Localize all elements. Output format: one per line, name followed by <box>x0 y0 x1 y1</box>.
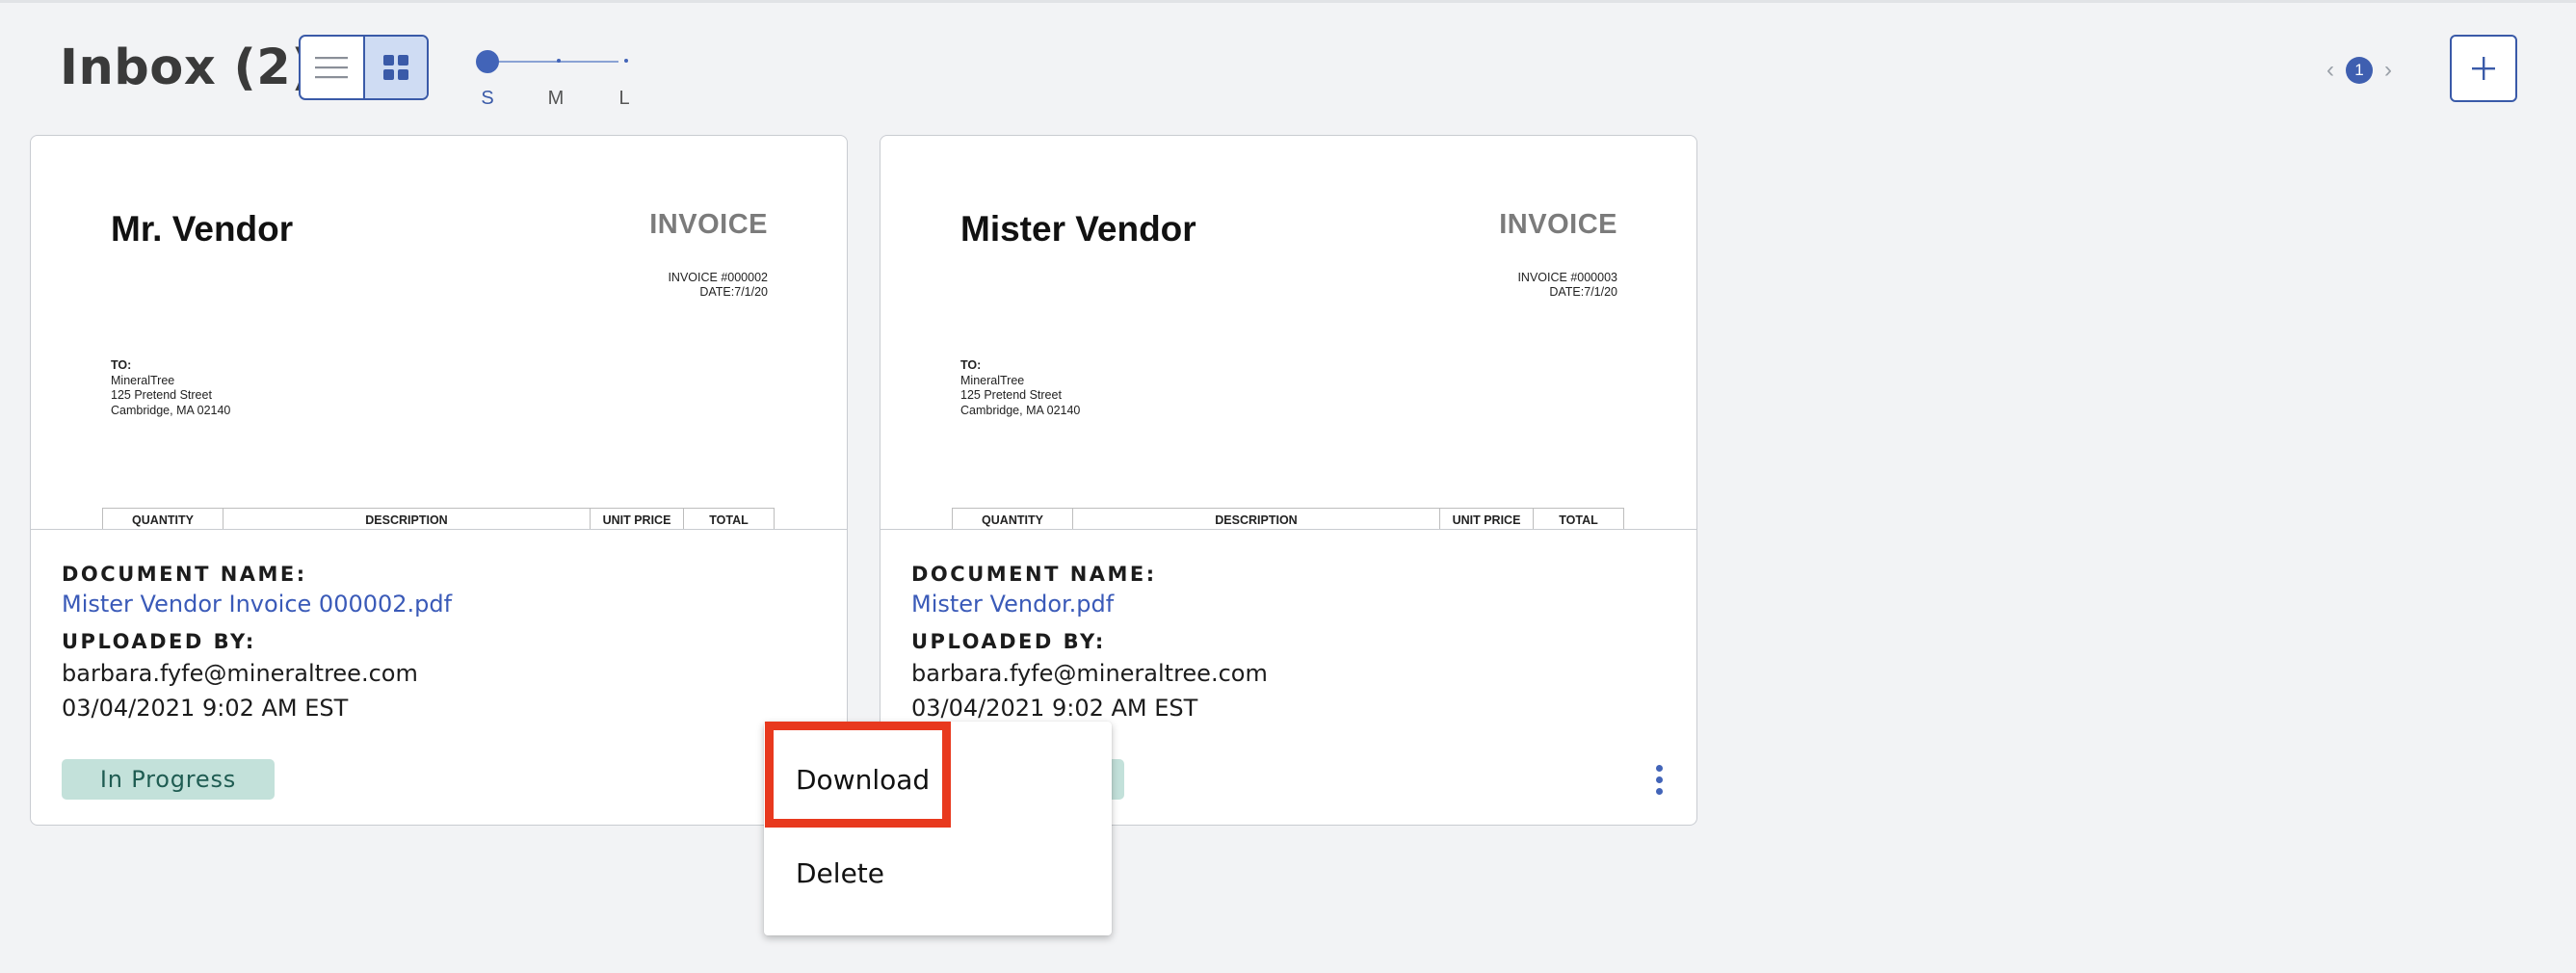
grid-view-button[interactable] <box>362 37 427 98</box>
preview-invoice-number: INVOICE #000002 <box>668 271 768 284</box>
document-name-link[interactable]: Mister Vendor.pdf <box>911 589 1666 619</box>
preview-bill-to: TO: MineralTree 125 Pretend Street Cambr… <box>111 358 230 418</box>
preview-col-quantity: QUANTITY <box>103 509 223 529</box>
slider-tick-l <box>624 59 628 63</box>
document-name-link[interactable]: Mister Vendor Invoice 000002.pdf <box>62 589 816 619</box>
menu-item-delete[interactable]: Delete <box>764 829 1112 916</box>
current-page[interactable]: 1 <box>2346 57 2373 84</box>
pagination: ‹ 1 › <box>2326 51 2392 90</box>
preview-col-unit-price: UNIT PRICE <box>591 509 684 529</box>
preview-invoice-heading: INVOICE <box>1499 209 1617 240</box>
size-label-s[interactable]: S <box>473 88 502 110</box>
preview-col-unit-price: UNIT PRICE <box>1440 509 1534 529</box>
invoice-preview[interactable]: Mister Vendor INVOICE INVOICE #000003 DA… <box>881 136 1696 530</box>
slider-tick-m <box>557 59 561 63</box>
uploader-email: barbara.fyfe@mineraltree.com <box>62 660 418 687</box>
view-toggle <box>299 35 429 100</box>
preview-invoice-meta: INVOICE #000003 DATE:7/1/20 <box>1517 271 1617 300</box>
preview-line-items-header: QUANTITY DESCRIPTION UNIT PRICE TOTAL <box>952 508 1624 529</box>
preview-vendor-name: Mister Vendor <box>960 209 1196 249</box>
preview-invoice-meta: INVOICE #000002 DATE:7/1/20 <box>668 271 768 300</box>
preview-to-line: MineralTree <box>111 373 175 387</box>
preview-invoice-number: INVOICE #000003 <box>1517 271 1617 284</box>
preview-col-quantity: QUANTITY <box>953 509 1073 529</box>
preview-invoice-heading: INVOICE <box>649 209 768 240</box>
preview-to-line: 125 Pretend Street <box>960 388 1062 402</box>
slider-track <box>487 61 618 63</box>
size-label-m[interactable]: M <box>541 88 570 110</box>
size-slider[interactable]: S M L <box>472 41 636 118</box>
preview-col-description: DESCRIPTION <box>1073 509 1440 529</box>
preview-bill-to: TO: MineralTree 125 Pretend Street Cambr… <box>960 358 1080 418</box>
add-document-button[interactable] <box>2450 35 2517 102</box>
preview-to-line: 125 Pretend Street <box>111 388 212 402</box>
size-label-l[interactable]: L <box>610 88 639 110</box>
document-info: DOCUMENT NAME: Mister Vendor.pdf UPLOADE… <box>911 560 1666 725</box>
status-badge: In Progress <box>62 759 275 800</box>
slider-knob[interactable] <box>476 50 499 73</box>
preview-vendor-name: Mr. Vendor <box>111 209 294 249</box>
document-card[interactable]: Mr. Vendor INVOICE INVOICE #000002 DATE:… <box>30 135 848 826</box>
list-view-button[interactable] <box>301 37 363 98</box>
preview-col-total: TOTAL <box>709 513 749 527</box>
preview-to-line: Cambridge, MA 02140 <box>960 403 1081 417</box>
card-context-menu: Download Delete <box>764 722 1112 935</box>
plus-icon <box>2472 57 2495 80</box>
upload-timestamp: 03/04/2021 9:02 AM EST <box>62 695 349 722</box>
preview-invoice-date: DATE:7/1/20 <box>699 285 768 299</box>
menu-item-download[interactable]: Download <box>764 736 1112 823</box>
page-title: Inbox (2) <box>60 39 315 96</box>
preview-to-line: Cambridge, MA 02140 <box>111 403 231 417</box>
document-name-label: DOCUMENT NAME: <box>62 563 307 586</box>
preview-line-items-header: QUANTITY DESCRIPTION UNIT PRICE TOTAL <box>102 508 775 529</box>
document-name-label: DOCUMENT NAME: <box>911 563 1157 586</box>
more-options-icon[interactable] <box>1644 759 1673 800</box>
preview-col-description: DESCRIPTION <box>223 509 591 529</box>
preview-col-total: TOTAL <box>1559 513 1598 527</box>
invoice-preview[interactable]: Mr. Vendor INVOICE INVOICE #000002 DATE:… <box>31 136 847 530</box>
document-info: DOCUMENT NAME: Mister Vendor Invoice 000… <box>62 560 816 725</box>
uploaded-by-label: UPLOADED BY: <box>62 630 256 653</box>
preview-to-label: TO: <box>960 358 982 372</box>
next-page-button[interactable]: › <box>2384 57 2392 84</box>
preview-invoice-date: DATE:7/1/20 <box>1549 285 1617 299</box>
preview-to-line: MineralTree <box>960 373 1025 387</box>
list-icon <box>315 57 349 79</box>
prev-page-button[interactable]: ‹ <box>2326 57 2334 84</box>
grid-icon <box>382 55 408 80</box>
upload-timestamp: 03/04/2021 9:02 AM EST <box>911 695 1198 722</box>
uploader-email: barbara.fyfe@mineraltree.com <box>911 660 1268 687</box>
preview-to-label: TO: <box>111 358 132 372</box>
uploaded-by-label: UPLOADED BY: <box>911 630 1106 653</box>
